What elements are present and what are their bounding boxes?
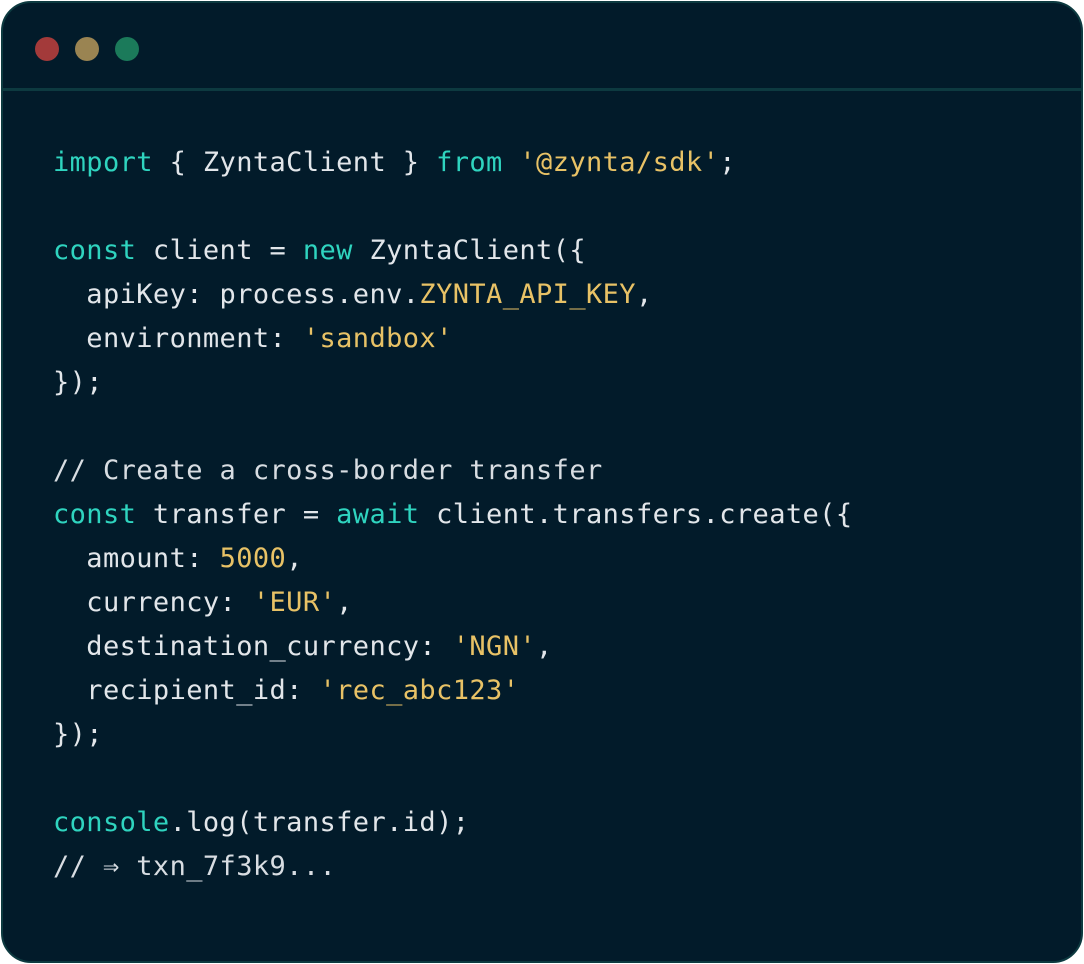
code-line: const transfer = await client.transfers.…	[53, 493, 852, 537]
code-line: });	[53, 713, 852, 757]
code-keyword: const	[53, 499, 137, 530]
code-line: apiKey: process.env.ZYNTA_API_KEY,	[53, 273, 852, 317]
code-keyword: import	[53, 147, 153, 178]
code-comment: // ⇒ txn_7f3k9...	[53, 851, 337, 882]
code-keyword: const	[53, 235, 137, 266]
code-line: // Create a cross-border transfer	[53, 449, 852, 493]
code-line: environment: 'sandbox'	[53, 317, 852, 361]
code-keyword: new	[302, 235, 353, 266]
code-text: });	[53, 719, 103, 750]
code-line: // ⇒ txn_7f3k9...	[53, 845, 852, 889]
code-line: destination_currency: 'NGN',	[53, 625, 852, 669]
code-text: ,	[286, 543, 303, 574]
code-text: .log(transfer.id);	[169, 807, 470, 838]
code-line: console.log(transfer.id);	[53, 801, 852, 845]
window-titlebar	[3, 3, 1081, 91]
code-line: });	[53, 361, 852, 405]
code-text: ,	[336, 587, 353, 618]
code-text: ;	[719, 147, 736, 178]
code-text: recipient_id:	[53, 675, 320, 706]
code-line: recipient_id: 'rec_abc123'	[53, 669, 852, 713]
code-string: 'rec_abc123'	[319, 675, 520, 706]
code-keyword: from	[436, 147, 503, 178]
code-keyword: console	[53, 807, 170, 838]
code-text: destination_currency:	[53, 631, 453, 662]
code-text: });	[53, 367, 103, 398]
code-text: amount:	[53, 543, 220, 574]
code-text: environment:	[53, 323, 303, 354]
code-text: { ZyntaClient }	[152, 147, 437, 178]
code-comment: // Create a cross-border transfer	[53, 455, 603, 486]
code-text: transfer =	[136, 499, 337, 530]
code-string: 'sandbox'	[302, 323, 453, 354]
code-line: amount: 5000,	[53, 537, 852, 581]
code-keyword: await	[336, 499, 420, 530]
code-line: import { ZyntaClient } from '@zynta/sdk'…	[53, 141, 852, 185]
code-text: client.transfers.create({	[419, 499, 853, 530]
code-line: const client = new ZyntaClient({	[53, 229, 852, 273]
close-dot-icon[interactable]	[35, 37, 59, 61]
code-env-var: ZYNTA_API_KEY	[419, 279, 636, 310]
code-string: '@zynta/sdk'	[519, 147, 720, 178]
code-string: 'NGN'	[452, 631, 537, 662]
maximize-dot-icon[interactable]	[115, 37, 139, 61]
code-text: ,	[635, 279, 653, 310]
minimize-dot-icon[interactable]	[75, 37, 99, 61]
code-text: ,	[536, 631, 553, 662]
code-text: currency:	[53, 587, 253, 618]
code-number: 5000	[219, 543, 287, 574]
code-window: import { ZyntaClient } from '@zynta/sdk'…	[1, 1, 1083, 963]
code-text: client =	[136, 235, 303, 266]
code-string: 'EUR'	[252, 587, 337, 618]
code-text: ZyntaClient({	[352, 235, 586, 266]
code-line: currency: 'EUR',	[53, 581, 852, 625]
code-text: apiKey: process.env.	[53, 279, 420, 310]
code-block: import { ZyntaClient } from '@zynta/sdk'…	[53, 141, 852, 889]
